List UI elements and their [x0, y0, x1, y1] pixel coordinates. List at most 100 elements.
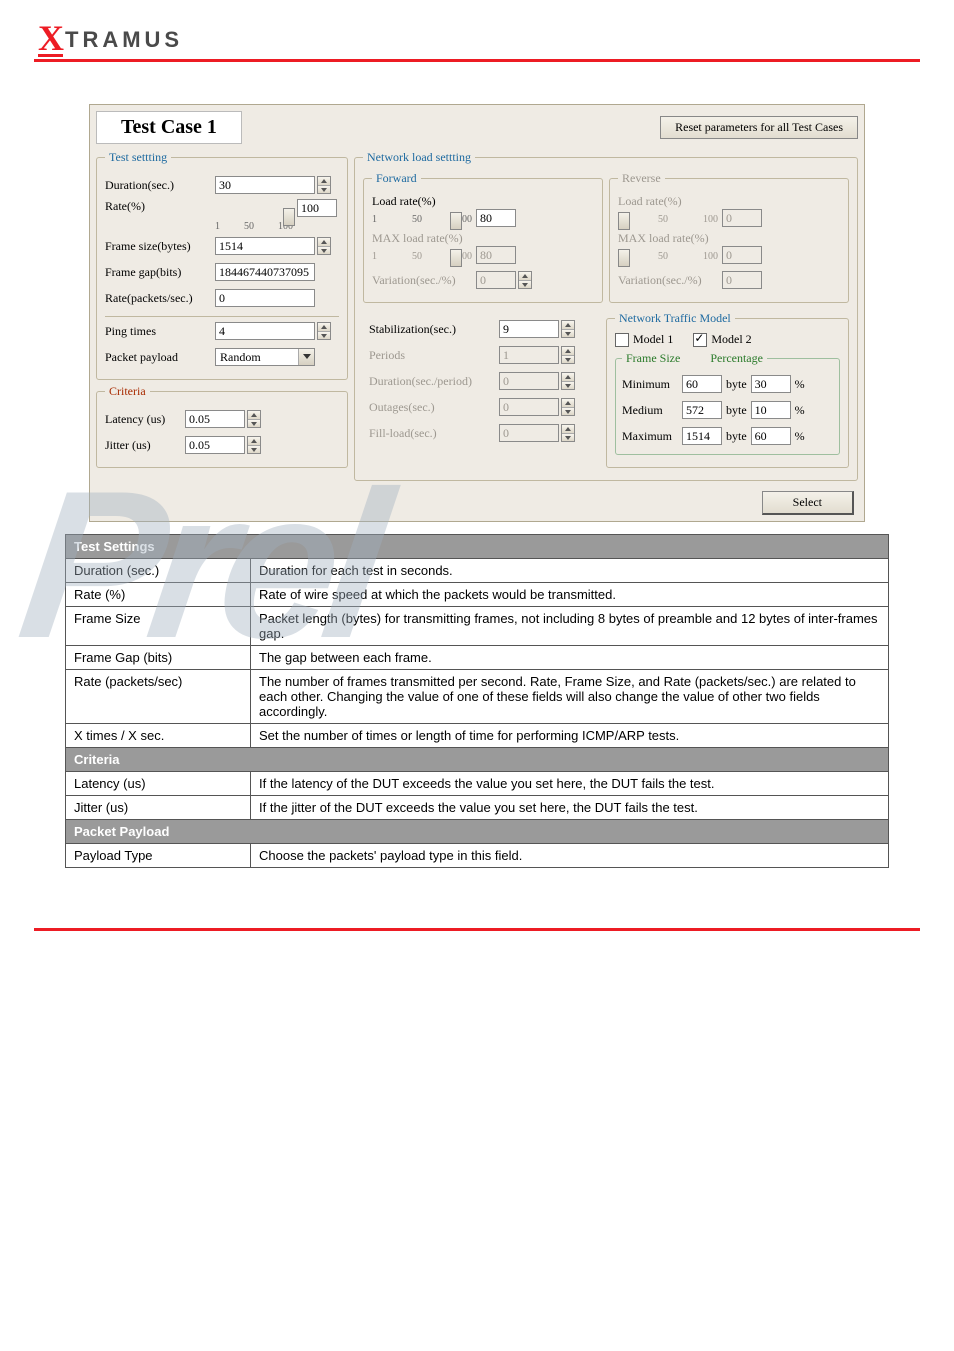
table-row: Payload TypeChoose the packets' payload …: [66, 844, 889, 868]
rate-tick-1: 1: [215, 221, 220, 232]
group-network-load: Network load settting Forward Load rate(…: [354, 150, 858, 481]
group-reverse-legend: Reverse: [618, 171, 665, 186]
table-row-key: Rate (%): [66, 583, 251, 607]
ntm-bytes-input[interactable]: [682, 401, 722, 419]
table-row-value: Packet length (bytes) for transmitting f…: [251, 607, 889, 646]
table-section-header: Test Settings: [66, 535, 889, 559]
fill-load-spinner: [561, 424, 575, 442]
ntm-row: Medium byte%: [622, 398, 833, 422]
fwd-load-rate-input[interactable]: [476, 209, 516, 227]
duration-spinner[interactable]: [317, 176, 331, 194]
ntm-pct-unit: %: [795, 429, 805, 444]
fwd-max-rate-label: MAX load rate(%): [372, 231, 463, 246]
ntm-bytes-input[interactable]: [682, 427, 722, 445]
logo-rest: TRAMUS: [65, 27, 183, 53]
jitter-spinner[interactable]: [247, 436, 261, 454]
table-row: Frame Gap (bits)The gap between each fra…: [66, 646, 889, 670]
config-panel: Test Case 1 Reset parameters for all Tes…: [89, 104, 865, 522]
table-row-key: Latency (us): [66, 772, 251, 796]
table-row-value: Set the number of times or length of tim…: [251, 724, 889, 748]
top-rule: [34, 59, 920, 62]
table-section-header: Criteria: [66, 748, 889, 772]
fwd-max-tick-1: 1: [372, 251, 377, 262]
ntm-pct-input[interactable]: [751, 427, 791, 445]
payload-select-value: Random: [216, 349, 298, 365]
latency-input[interactable]: [185, 410, 245, 428]
ntm-row-name: Minimum: [622, 377, 682, 392]
dur-per-period-spinner: [561, 372, 575, 390]
ntm-byte-unit: byte: [726, 377, 747, 392]
periods-label: Periods: [369, 348, 499, 363]
payload-label: Packet payload: [105, 350, 215, 365]
outages-spinner: [561, 398, 575, 416]
model2-checkbox[interactable]: Model 2: [693, 332, 751, 347]
group-criteria: Criteria Latency (us) Jitter (us): [96, 384, 348, 468]
latency-spinner[interactable]: [247, 410, 261, 428]
ntm-row-name: Medium: [622, 403, 682, 418]
select-button[interactable]: Select: [762, 491, 854, 515]
ping-times-spinner[interactable]: [317, 322, 331, 340]
periods-input: [499, 346, 559, 364]
fill-load-input: [499, 424, 559, 442]
group-test-setting: Test settting Duration(sec.) Rate(%): [96, 150, 348, 380]
group-frame-percent: Frame Size Percentage Minimumbyte%Medium…: [615, 351, 840, 455]
model1-label: Model 1: [633, 332, 673, 347]
payload-select-dropdown-icon[interactable]: [298, 349, 314, 365]
fwd-max-tick-50: 50: [412, 251, 422, 262]
rev-load-tick-100: 100: [703, 214, 718, 225]
table-row-value: Duration for each test in seconds.: [251, 559, 889, 583]
jitter-label: Jitter (us): [105, 438, 185, 453]
rate-pps-input[interactable]: [215, 289, 315, 307]
ntm-bytes-input[interactable]: [682, 375, 722, 393]
frame-size-spinner[interactable]: [317, 237, 331, 255]
table-row-key: Payload Type: [66, 844, 251, 868]
ntm-row: Minimum byte%: [622, 372, 833, 396]
table-row: Latency (us)If the latency of the DUT ex…: [66, 772, 889, 796]
table-row-value: The number of frames transmitted per sec…: [251, 670, 889, 724]
fwd-load-tick-50: 50: [412, 214, 422, 225]
rate-label: Rate(%): [105, 199, 215, 214]
ping-times-label: Ping times: [105, 324, 215, 339]
table-row-key: Jitter (us): [66, 796, 251, 820]
stabilization-input[interactable]: [499, 320, 559, 338]
table-row: Rate (packets/sec)The number of frames t…: [66, 670, 889, 724]
percentage-col-label: Percentage: [710, 351, 763, 366]
ping-times-input[interactable]: [215, 322, 315, 340]
table-row: Rate (%)Rate of wire speed at which the …: [66, 583, 889, 607]
stabilization-spinner[interactable]: [561, 320, 575, 338]
frame-size-input[interactable]: [215, 237, 315, 255]
ntm-byte-unit: byte: [726, 403, 747, 418]
outages-input: [499, 398, 559, 416]
table-row: Duration (sec.)Duration for each test in…: [66, 559, 889, 583]
duration-input[interactable]: [215, 176, 315, 194]
model1-checkbox[interactable]: Model 1: [615, 332, 673, 347]
rev-load-rate-input: [722, 209, 762, 227]
ntm-byte-unit: byte: [726, 429, 747, 444]
fwd-load-rate-label: Load rate(%): [372, 194, 436, 209]
ntm-pct-input[interactable]: [751, 375, 791, 393]
frame-gap-input[interactable]: [215, 263, 315, 281]
logo-x: X: [38, 22, 63, 57]
group-traffic-model-legend: Network Traffic Model: [615, 311, 735, 326]
rev-max-rate-input: [722, 246, 762, 264]
table-row-value: The gap between each frame.: [251, 646, 889, 670]
fwd-variation-spinner: [518, 271, 532, 289]
rev-variation-input: [722, 271, 762, 289]
payload-select[interactable]: Random: [215, 348, 315, 366]
table-row-key: Frame Size: [66, 607, 251, 646]
table-row: Frame SizePacket length (bytes) for tran…: [66, 607, 889, 646]
table-row-value: Rate of wire speed at which the packets …: [251, 583, 889, 607]
periods-spinner: [561, 346, 575, 364]
group-network-load-legend: Network load settting: [363, 150, 475, 165]
table-row-value: Choose the packets' payload type in this…: [251, 844, 889, 868]
rate-input[interactable]: [297, 199, 337, 217]
ntm-pct-input[interactable]: [751, 401, 791, 419]
outages-label: Outages(sec.): [369, 400, 499, 415]
ntm-pct-unit: %: [795, 377, 805, 392]
jitter-input[interactable]: [185, 436, 245, 454]
group-reverse: Reverse Load rate(%) 1 50 100: [609, 171, 849, 303]
reset-button[interactable]: Reset parameters for all Test Cases: [660, 116, 858, 139]
fill-load-label: Fill-load(sec.): [369, 426, 499, 441]
ntm-pct-unit: %: [795, 403, 805, 418]
fwd-max-rate-input: [476, 246, 516, 264]
